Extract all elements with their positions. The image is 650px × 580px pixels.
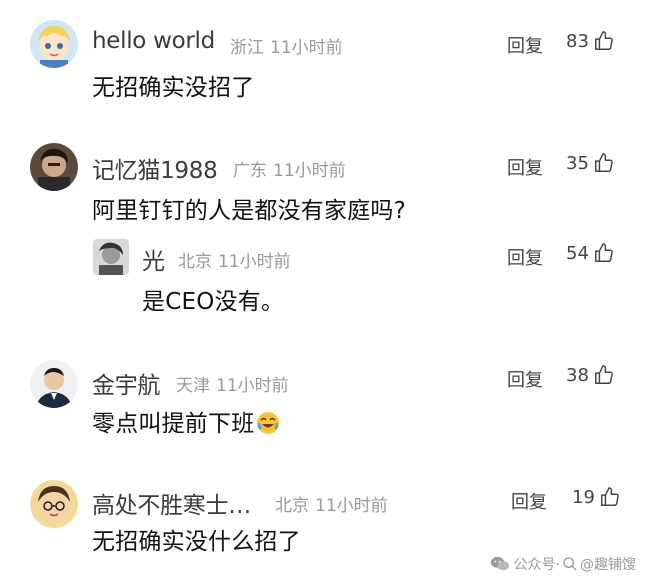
location: 北京 [178,252,212,272]
reply-button[interactable]: 回复 [507,244,543,270]
comment-meta: 北京 11小时前 [178,247,291,272]
location: 浙江 [230,38,264,58]
thumbs-up-icon [594,243,613,262]
like-count: 38 [566,364,589,386]
like-button[interactable]: 38 [566,364,615,386]
crying-laughing-emoji [257,412,280,434]
like-count: 83 [566,30,589,52]
reply-button[interactable]: 回复 [507,366,543,392]
avatar[interactable] [93,239,129,275]
reply-button[interactable]: 回复 [507,154,543,180]
thumbs-up-icon [600,487,619,506]
username[interactable]: 记忆猫1988 [92,151,218,185]
like-button[interactable]: 83 [566,30,615,52]
comment-meta: 北京 11小时前 [275,491,388,516]
like-button[interactable]: 19 [572,486,621,508]
timestamp: 11小时前 [216,376,289,396]
like-count: 35 [566,152,589,174]
watermark: 公众号· @趣铺馊 [490,554,636,574]
like-button[interactable]: 35 [566,152,615,174]
comment-text: 是CEO没有。 [142,289,285,315]
search-icon [563,557,577,571]
timestamp: 11小时前 [270,38,343,58]
comment-meta: 广东 11小时前 [233,156,346,181]
username[interactable]: 光 [142,242,165,276]
like-count: 19 [572,486,595,508]
username[interactable]: 高处不胜寒士… [92,486,251,520]
watermark-account: @趣铺馊 [580,557,636,573]
timestamp: 11小时前 [218,252,291,272]
comment-meta: 浙江 11小时前 [230,33,343,58]
avatar[interactable] [30,480,78,528]
watermark-text: 公众号· [513,557,560,573]
avatar[interactable] [30,143,78,191]
location: 广东 [233,161,267,181]
reply-button[interactable]: 回复 [511,488,547,514]
avatar[interactable] [30,360,78,408]
wechat-icon [490,556,509,571]
thumbs-up-icon [594,31,613,50]
comment-meta: 天津 11小时前 [176,371,289,396]
thumbs-up-icon [594,153,613,172]
location: 天津 [176,376,210,396]
comment-text: 无招确实没什么招了 [92,529,301,555]
username[interactable]: 金宇航 [92,366,160,400]
comment-text: 阿里钉钉的人是都没有家庭吗? [92,198,407,224]
avatar[interactable] [30,20,78,68]
timestamp: 11小时前 [315,496,388,516]
like-button[interactable]: 54 [566,242,615,264]
comment-text: 零点叫提前下班 [92,404,280,438]
username[interactable]: hello world [92,28,215,54]
thumbs-up-icon [594,365,613,384]
comment-text-content: 零点叫提前下班 [92,411,255,437]
timestamp: 11小时前 [273,161,346,181]
like-count: 54 [566,242,589,264]
reply-button[interactable]: 回复 [507,32,543,58]
comment-text: 无招确实没招了 [92,75,255,101]
location: 北京 [275,496,309,516]
